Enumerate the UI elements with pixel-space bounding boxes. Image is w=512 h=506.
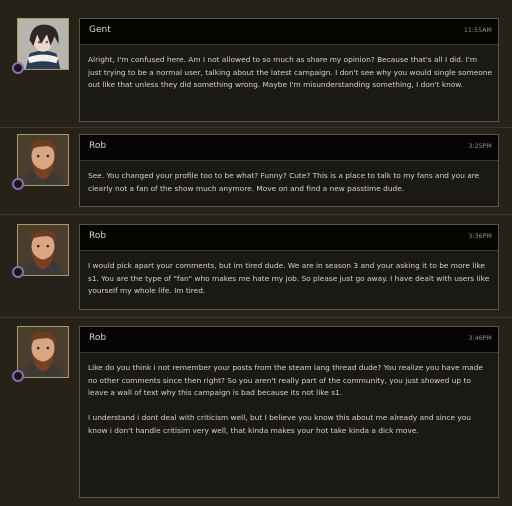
message-header: Rob 3:36PM bbox=[80, 225, 498, 251]
status-ring-icon bbox=[12, 62, 24, 74]
avatar[interactable] bbox=[17, 326, 69, 378]
message-paragraph: Like do you think i not remember your po… bbox=[88, 363, 483, 398]
message-body: I would pick apart your comments, but im… bbox=[80, 251, 498, 298]
rob-avatar-icon bbox=[18, 327, 68, 377]
message-header: Gent 11:55AM bbox=[80, 19, 498, 45]
message-paragraph: I understand i dont deal with criticism … bbox=[88, 413, 471, 435]
message-header: Rob 3:25PM bbox=[80, 135, 498, 161]
rob-avatar-icon bbox=[18, 225, 68, 275]
message-body: Like do you think i not remember your po… bbox=[80, 353, 498, 438]
timestamp: 3:36PM bbox=[468, 233, 492, 240]
gent-avatar-icon bbox=[18, 19, 68, 69]
author-name[interactable]: Rob bbox=[89, 141, 106, 151]
message-paragraph: Alright, I'm confused here. Am I not all… bbox=[88, 55, 492, 90]
timestamp: 11:55AM bbox=[464, 27, 492, 34]
timestamp: 3:25PM bbox=[468, 143, 492, 150]
rob-avatar-icon bbox=[18, 135, 68, 185]
message-header: Rob 3:46PM bbox=[80, 327, 498, 353]
message-box: Rob 3:36PM I would pick apart your comme… bbox=[79, 224, 499, 310]
author-name[interactable]: Rob bbox=[89, 333, 106, 343]
avatar[interactable] bbox=[17, 18, 69, 70]
status-ring-icon bbox=[12, 370, 24, 382]
message-box: Rob 3:25PM See. You changed your profile… bbox=[79, 134, 499, 207]
status-ring-icon bbox=[12, 178, 24, 190]
message-paragraph: See. You changed your profile too to be … bbox=[88, 171, 480, 193]
divider bbox=[0, 127, 512, 128]
author-name[interactable]: Rob bbox=[89, 231, 106, 241]
message-body: Alright, I'm confused here. Am I not all… bbox=[80, 45, 498, 92]
message-paragraph: I would pick apart your comments, but im… bbox=[88, 261, 490, 296]
avatar[interactable] bbox=[17, 134, 69, 186]
message-box: Rob 3:46PM Like do you think i not remem… bbox=[79, 326, 499, 498]
timestamp: 3:46PM bbox=[468, 335, 492, 342]
message-box: Gent 11:55AM Alright, I'm confused here.… bbox=[79, 18, 499, 122]
divider bbox=[0, 317, 512, 318]
status-ring-icon bbox=[12, 266, 24, 278]
message-body: See. You changed your profile too to be … bbox=[80, 161, 498, 195]
divider bbox=[0, 214, 512, 215]
author-name[interactable]: Gent bbox=[89, 25, 111, 35]
avatar[interactable] bbox=[17, 224, 69, 276]
